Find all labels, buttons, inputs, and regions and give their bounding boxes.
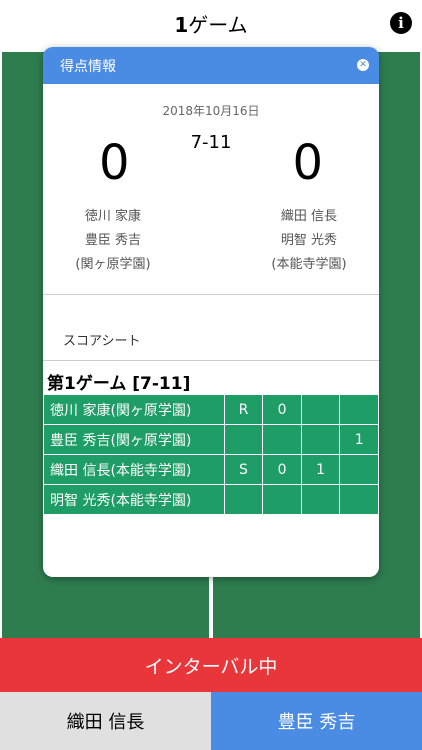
row-player-name: 徳川 家康(関ヶ原学園)	[43, 394, 225, 425]
score-cell: R	[223, 394, 264, 425]
close-icon[interactable]: ✕	[357, 59, 369, 71]
school-left: (関ヶ原学園)	[75, 257, 151, 272]
page-title: 1ゲーム	[174, 12, 248, 37]
score-cell	[262, 484, 302, 515]
scoresheet-game-title: 第1ゲーム [7-11]	[47, 374, 191, 394]
court-center-line	[210, 577, 212, 637]
serve-player-right-button[interactable]: 豊臣 秀吉	[211, 692, 422, 750]
score-cell	[339, 484, 379, 515]
scoresheet-table: 徳川 家康(関ヶ原学園) R 0 豊臣 秀吉(関ヶ原学園) 1 織田 信長(本能…	[43, 394, 379, 515]
info-icon[interactable]: i	[390, 12, 412, 34]
score-cell: 1	[300, 454, 341, 485]
score-cell	[223, 424, 264, 455]
score-cell	[262, 424, 302, 455]
row-player-name: 明智 光秀(本能寺学園)	[43, 484, 225, 515]
interval-banner[interactable]: インターバル中	[0, 638, 422, 692]
score-cell	[300, 424, 341, 455]
player-left-2: 豊臣 秀吉	[84, 233, 142, 248]
score-cell	[300, 484, 341, 515]
score-cell: S	[223, 454, 264, 485]
score-info-modal: 得点情報 ✕ 2018年10月16日 0 7-11 0 徳川 家康 豊臣 秀吉 …	[43, 47, 379, 577]
score-cell: 0	[262, 394, 302, 425]
match-date: 2018年10月16日	[162, 104, 260, 118]
score-cell: 1	[339, 424, 379, 455]
scoresheet-label: スコアシート	[63, 334, 141, 349]
team-left: 徳川 家康 豊臣 秀吉 (関ヶ原学園)	[58, 205, 168, 277]
table-row: 織田 信長(本能寺学園) S 0 1	[43, 454, 379, 485]
score-cell: 0	[262, 454, 302, 485]
score-cell	[300, 394, 341, 425]
score-cell	[339, 454, 379, 485]
score-cell	[339, 394, 379, 425]
row-player-name: 織田 信長(本能寺学園)	[43, 454, 225, 485]
player-left-1: 徳川 家康	[84, 209, 142, 224]
player-right-2: 明智 光秀	[280, 233, 338, 248]
modal-title: 得点情報	[60, 58, 116, 75]
school-right: (本能寺学園)	[271, 257, 347, 272]
bottom-bar: 織田 信長 豊臣 秀吉	[0, 692, 422, 750]
table-row: 徳川 家康(関ヶ原学園) R 0	[43, 394, 379, 425]
table-row: 明智 光秀(本能寺学園)	[43, 484, 379, 515]
score-right: 0	[292, 135, 323, 191]
score-cell	[223, 484, 264, 515]
modal-header: 得点情報 ✕	[43, 47, 379, 84]
serve-player-left-button[interactable]: 織田 信長	[0, 692, 211, 750]
row-player-name: 豊臣 秀吉(関ヶ原学園)	[43, 424, 225, 455]
top-bar: 1ゲーム i	[0, 0, 422, 46]
table-row: 豊臣 秀吉(関ヶ原学園) 1	[43, 424, 379, 455]
player-right-1: 織田 信長	[280, 209, 338, 224]
game-score: 7-11	[190, 132, 232, 153]
team-right: 織田 信長 明智 光秀 (本能寺学園)	[254, 205, 364, 277]
divider	[43, 360, 379, 361]
divider	[43, 294, 379, 295]
